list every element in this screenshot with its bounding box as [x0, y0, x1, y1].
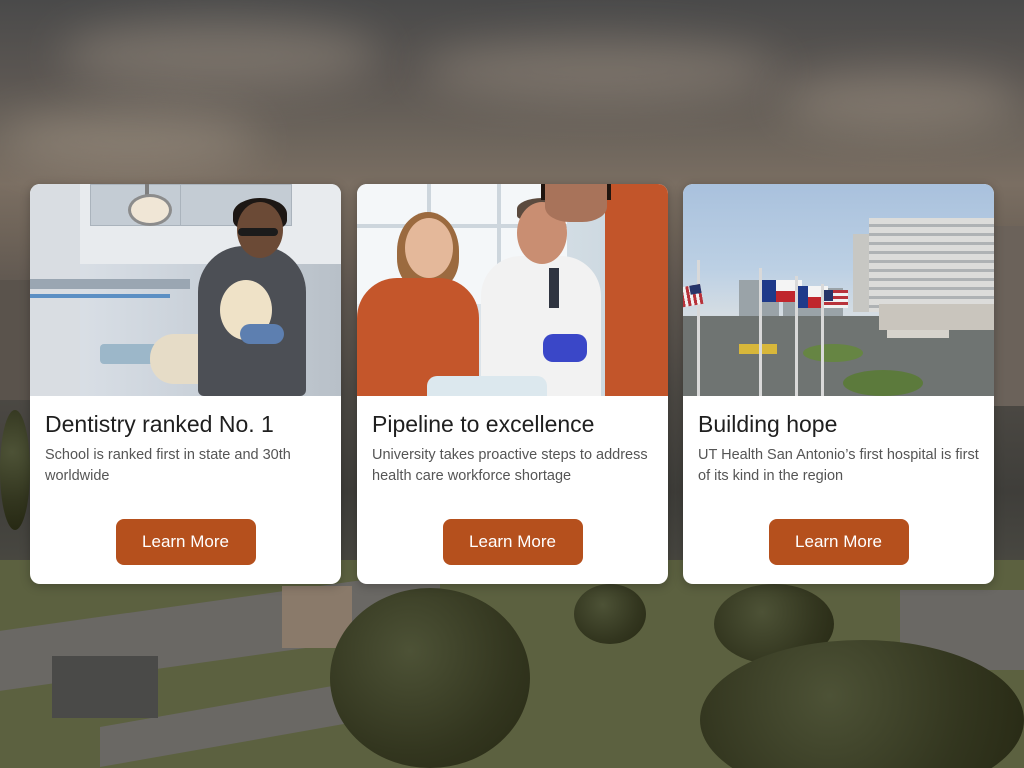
medical-students-photo: [357, 184, 668, 396]
card-title: Pipeline to excellence: [372, 411, 595, 437]
news-card-hospital: Building hope UT Health San Antonio’s fi…: [683, 184, 994, 584]
background-tree: [0, 410, 30, 530]
news-card-dentistry: Dentistry ranked No. 1 School is ranked …: [30, 184, 341, 584]
learn-more-button[interactable]: Learn More: [115, 519, 256, 565]
hero-section: Dentistry ranked No. 1 School is ranked …: [0, 0, 1024, 768]
background-building: [994, 226, 1024, 406]
card-description: University takes proactive steps to addr…: [372, 447, 648, 484]
card-description: School is ranked first in state and 30th…: [45, 447, 291, 484]
hospital-building-photo: [683, 184, 994, 396]
news-card-pipeline: Pipeline to excellence University takes …: [357, 184, 668, 584]
card-description: UT Health San Antonio’s first hospital i…: [698, 447, 979, 484]
background-building: [0, 280, 30, 400]
background-tree: [574, 584, 646, 644]
background-cloud: [780, 70, 1020, 130]
background-cloud: [420, 40, 780, 100]
card-title: Dentistry ranked No. 1: [45, 411, 274, 437]
learn-more-button[interactable]: Learn More: [768, 519, 909, 565]
learn-more-button[interactable]: Learn More: [442, 519, 583, 565]
background-sign: [52, 656, 158, 718]
background-tree: [330, 588, 530, 768]
dentistry-lab-photo: [30, 184, 341, 396]
background-cloud: [0, 110, 260, 170]
news-cards: Dentistry ranked No. 1 School is ranked …: [30, 184, 994, 584]
background-cloud: [60, 20, 380, 90]
card-title: Building hope: [698, 411, 838, 437]
